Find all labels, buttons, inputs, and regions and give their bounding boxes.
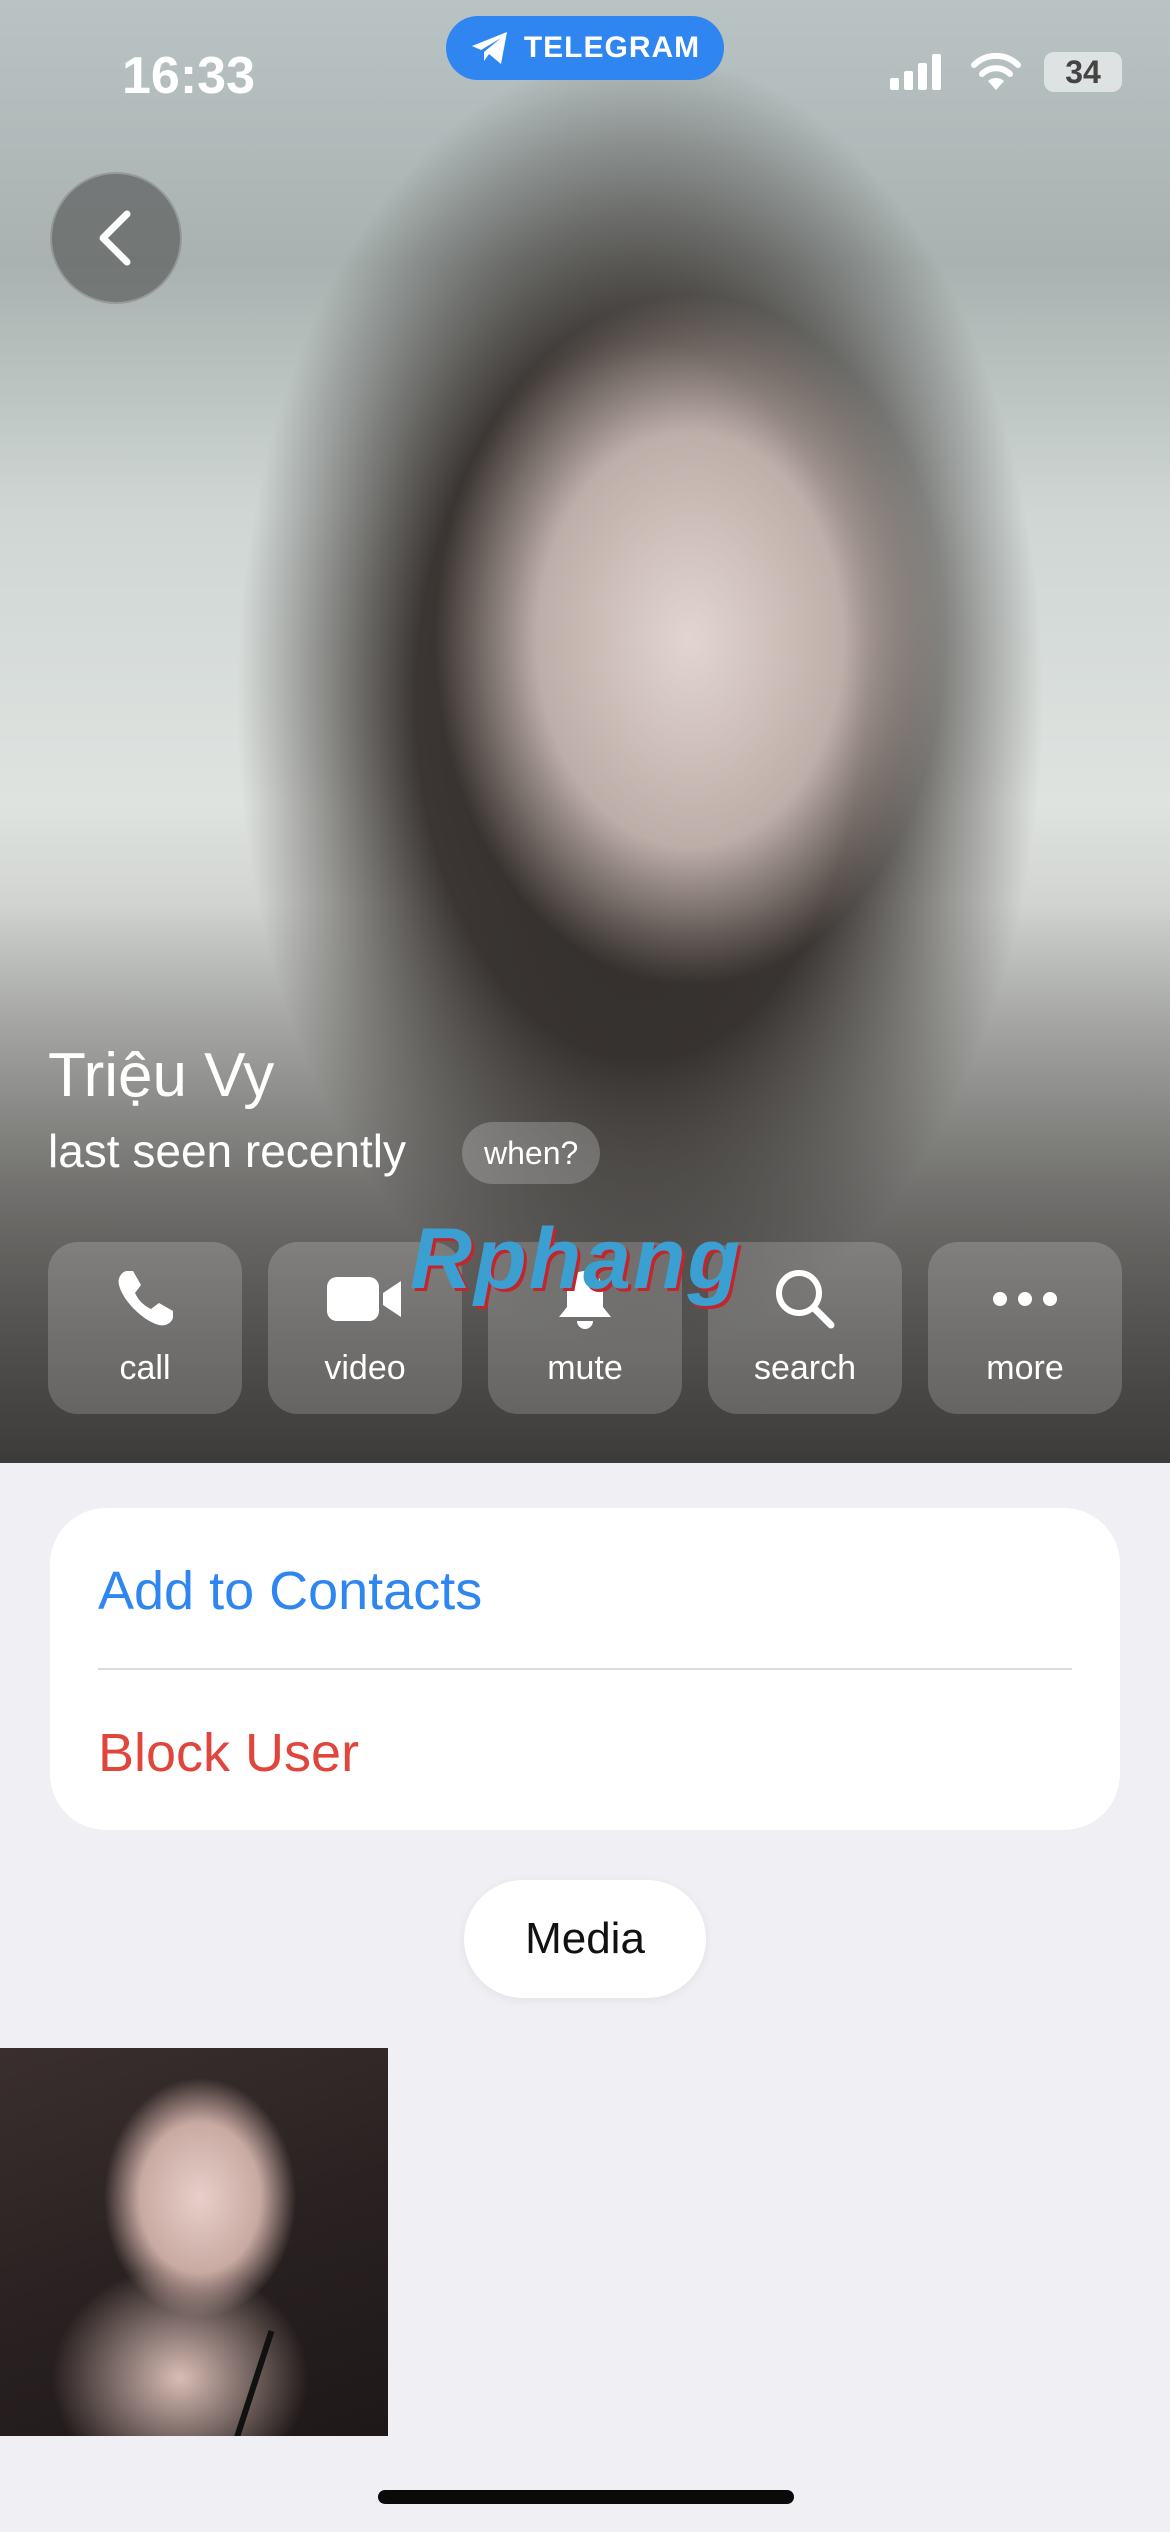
battery-icon: 34: [1044, 52, 1122, 92]
video-camera-icon: [327, 1277, 401, 1321]
ellipsis-icon: [993, 1292, 1057, 1306]
call-label: call: [119, 1349, 171, 1387]
home-indicator[interactable]: [378, 2490, 794, 2504]
last-seen-status: last seen recently: [48, 1125, 406, 1177]
when-button[interactable]: when?: [462, 1122, 601, 1184]
battery-level: 34: [1065, 53, 1101, 90]
phone-icon: [118, 1271, 173, 1326]
when-label: when?: [484, 1134, 579, 1171]
status-icons: 34: [888, 52, 1122, 92]
search-label: search: [753, 1349, 857, 1387]
add-to-contacts-button[interactable]: Add to Contacts: [98, 1560, 482, 1622]
media-thumbnail[interactable]: [0, 2048, 388, 2436]
block-user-button[interactable]: Block User: [98, 1722, 359, 1784]
watermark-logo: Rphang: [410, 1211, 743, 1307]
more-button[interactable]: more: [928, 1242, 1122, 1414]
profile-name: Triệu Vy: [48, 1041, 275, 1110]
divider: [98, 1668, 1072, 1670]
call-button[interactable]: call: [48, 1242, 242, 1414]
telegram-live-activity[interactable]: TELEGRAM: [446, 16, 724, 80]
telegram-icon: [471, 32, 507, 64]
thumbnail-detail: [231, 2330, 275, 2436]
profile-options-card: Add to Contacts Block User: [50, 1508, 1120, 1830]
back-button[interactable]: [50, 172, 182, 304]
video-label: video: [324, 1349, 406, 1387]
search-icon: [776, 1270, 835, 1329]
wifi-icon: [971, 52, 1021, 90]
more-label: more: [986, 1349, 1064, 1387]
live-activity-label: TELEGRAM: [523, 31, 701, 64]
status-time: 16:33: [122, 47, 255, 105]
cellular-signal-icon: [890, 54, 941, 90]
media-tab-label: Media: [525, 1914, 645, 1963]
chevron-left-icon: [99, 210, 131, 266]
media-tab[interactable]: Media: [464, 1880, 706, 1998]
mute-label: mute: [547, 1349, 623, 1387]
